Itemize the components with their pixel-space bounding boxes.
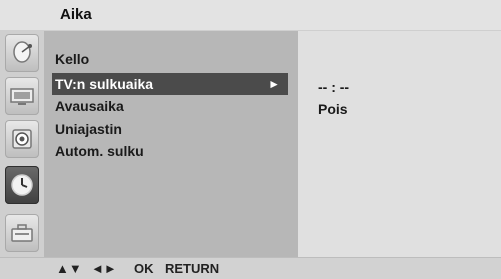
- menu-item-uniajastin[interactable]: Uniajastin: [52, 118, 288, 140]
- return-hint: RETURN: [165, 261, 220, 276]
- clock-icon[interactable]: [5, 166, 39, 204]
- toolbox-icon[interactable]: [5, 214, 39, 252]
- top-bar: Aika: [0, 0, 501, 31]
- menu-item-autom-sulku[interactable]: Autom. sulku: [52, 140, 288, 162]
- off-time-value[interactable]: -- : --: [318, 79, 349, 95]
- tv-picture-icon[interactable]: [5, 77, 39, 115]
- ok-hint: OK: [134, 261, 154, 276]
- menu-item-label: Kello: [55, 51, 90, 67]
- off-time-state[interactable]: Pois: [318, 101, 348, 117]
- left-right-arrows-icon: ◄►: [91, 261, 117, 276]
- menu-title: Aika: [60, 6, 92, 23]
- menu-item-tv-sulkuaika[interactable]: TV:n sulkuaika ►: [52, 73, 288, 95]
- menu-item-label: TV:n sulkuaika: [55, 76, 154, 92]
- satellite-dish-icon[interactable]: [5, 34, 39, 72]
- up-down-arrows-icon: ▲▼: [56, 261, 82, 276]
- menu-item-label: Uniajastin: [55, 121, 122, 137]
- menu-item-label: Avausaika: [55, 98, 124, 114]
- footer-hints: ▲▼ ◄► OK RETURN: [0, 257, 501, 279]
- menu-item-avausaika[interactable]: Avausaika: [52, 95, 288, 117]
- menu-item-label: Autom. sulku: [55, 143, 144, 159]
- menu-item-kello[interactable]: Kello: [52, 48, 288, 70]
- submenu-panel: -- : -- Pois: [298, 31, 501, 257]
- category-icon-column: [0, 31, 44, 257]
- time-menu-panel: Kello TV:n sulkuaika ► Avausaika Uniajas…: [44, 31, 298, 257]
- submenu-arrow-icon: ►: [268, 77, 280, 91]
- audio-speaker-icon[interactable]: [5, 120, 39, 158]
